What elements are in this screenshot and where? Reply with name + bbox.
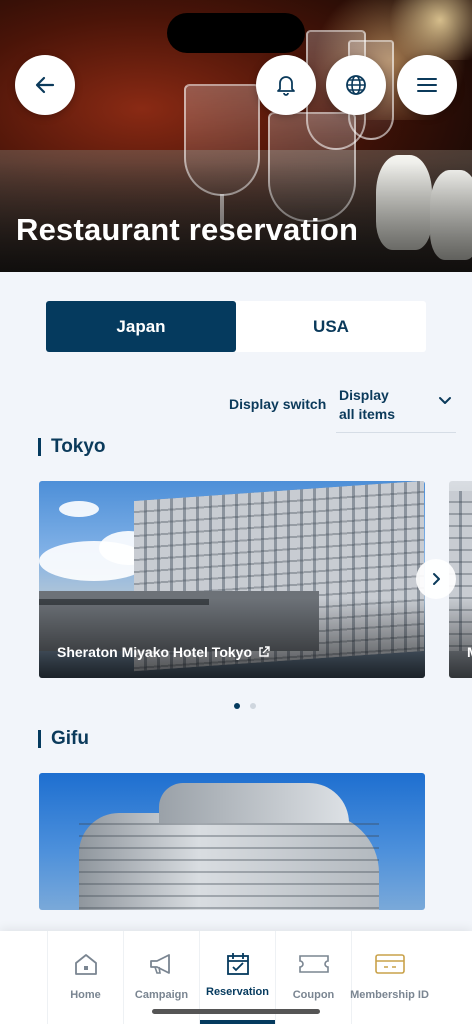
nav-home[interactable]: Home (47, 931, 123, 1024)
ticket-icon (298, 955, 329, 973)
carousel-next-button[interactable] (416, 559, 456, 599)
nav-coupon-label: Coupon (292, 989, 335, 1001)
hotel-name-peek: M (467, 644, 472, 660)
display-switch-select[interactable]: Display all items (336, 384, 456, 433)
notifications-button[interactable] (256, 55, 316, 115)
hotel-card-sheraton[interactable]: Sheraton Miyako Hotel Tokyo (39, 481, 425, 678)
tab-japan[interactable]: Japan (46, 301, 236, 352)
hotel-card-label: Sheraton Miyako Hotel Tokyo (57, 644, 270, 660)
chevron-right-icon (433, 573, 440, 585)
nav-membership-id[interactable]: Membership ID (350, 931, 429, 1024)
carousel-dot-1[interactable] (234, 703, 240, 709)
card-icon (374, 954, 405, 974)
display-switch-value-line1: Display (339, 387, 389, 403)
external-link-icon (259, 646, 270, 657)
section-title-gifu: Gifu (38, 728, 89, 750)
globe-icon (346, 75, 366, 95)
camera-notch (167, 13, 305, 53)
nav-campaign-label: Campaign (134, 989, 189, 1001)
nav-membership-id-label: Membership ID (350, 989, 429, 1001)
home-indicator[interactable] (152, 1009, 320, 1014)
megaphone-icon (149, 954, 170, 974)
bell-icon (277, 76, 295, 96)
hotel-name: Sheraton Miyako Hotel Tokyo (57, 644, 252, 660)
nav-reservation-label: Reservation (206, 986, 269, 998)
language-button[interactable] (326, 55, 386, 115)
home-icon (74, 954, 97, 975)
display-switch-label: Display switch (229, 396, 327, 412)
back-button[interactable] (15, 55, 75, 115)
nav-active-indicator (200, 1020, 276, 1024)
display-switch-value-line2: all items (339, 406, 396, 422)
chevron-down-icon (439, 397, 451, 404)
arrow-left-icon (35, 76, 55, 94)
nav-home-label: Home (70, 989, 101, 1001)
carousel-dot-2[interactable] (250, 703, 256, 709)
hamburger-menu-icon (417, 78, 437, 92)
section-title-tokyo: Tokyo (38, 436, 106, 458)
calendar-check-icon (226, 953, 249, 975)
carousel-pagination (234, 703, 256, 709)
hotel-card-gifu[interactable] (39, 773, 425, 910)
region-tabs: Japan USA (46, 301, 426, 352)
page-title: Restaurant reservation (16, 212, 359, 247)
tab-usa[interactable]: USA (236, 301, 426, 352)
menu-button[interactable] (397, 55, 457, 115)
